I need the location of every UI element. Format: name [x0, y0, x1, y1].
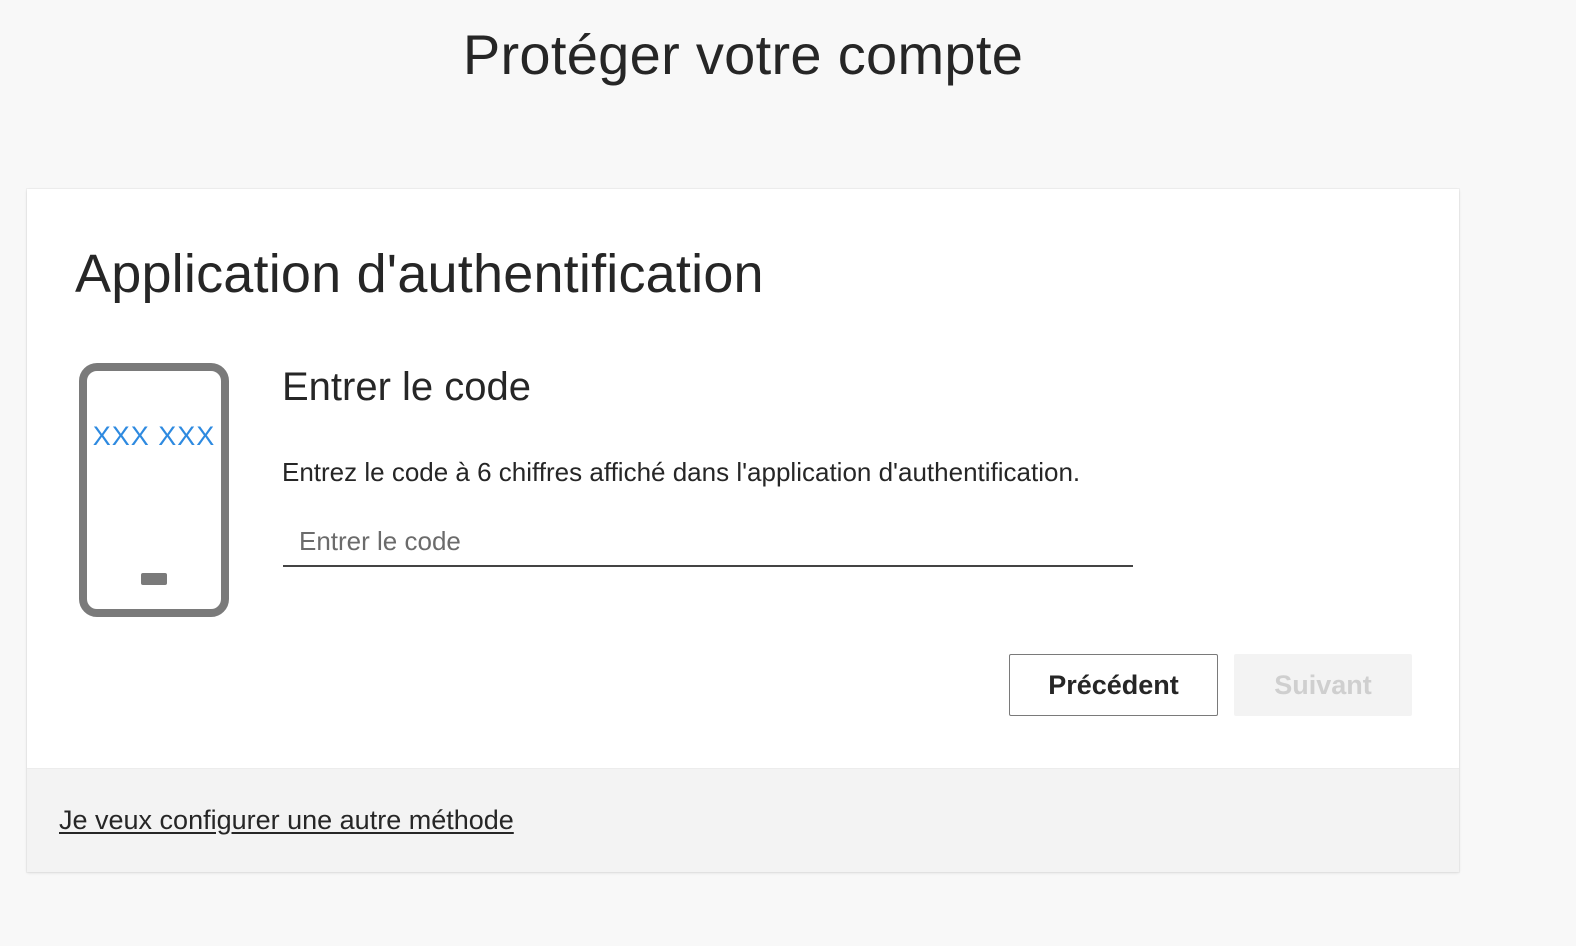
- instruction-text: Entrez le code à 6 chiffres affiché dans…: [282, 457, 1081, 487]
- page-title: Protéger votre compte: [462, 23, 1024, 86]
- code-input[interactable]: [283, 517, 1133, 567]
- setup-card: Application d'authentification XXX XXX E…: [27, 189, 1459, 872]
- phone-home-button: [141, 573, 167, 585]
- next-button[interactable]: Suivant: [1234, 654, 1412, 716]
- card-footer: Je veux configurer une autre méthode: [27, 768, 1459, 872]
- section-heading: Entrer le code: [282, 365, 532, 409]
- phone-icon: XXX XXX: [79, 363, 229, 617]
- card-title: Application d'authentification: [75, 244, 764, 304]
- back-button[interactable]: Précédent: [1009, 654, 1218, 716]
- other-method-link[interactable]: Je veux configurer une autre méthode: [59, 805, 514, 836]
- phone-code-text: XXX XXX: [93, 421, 216, 451]
